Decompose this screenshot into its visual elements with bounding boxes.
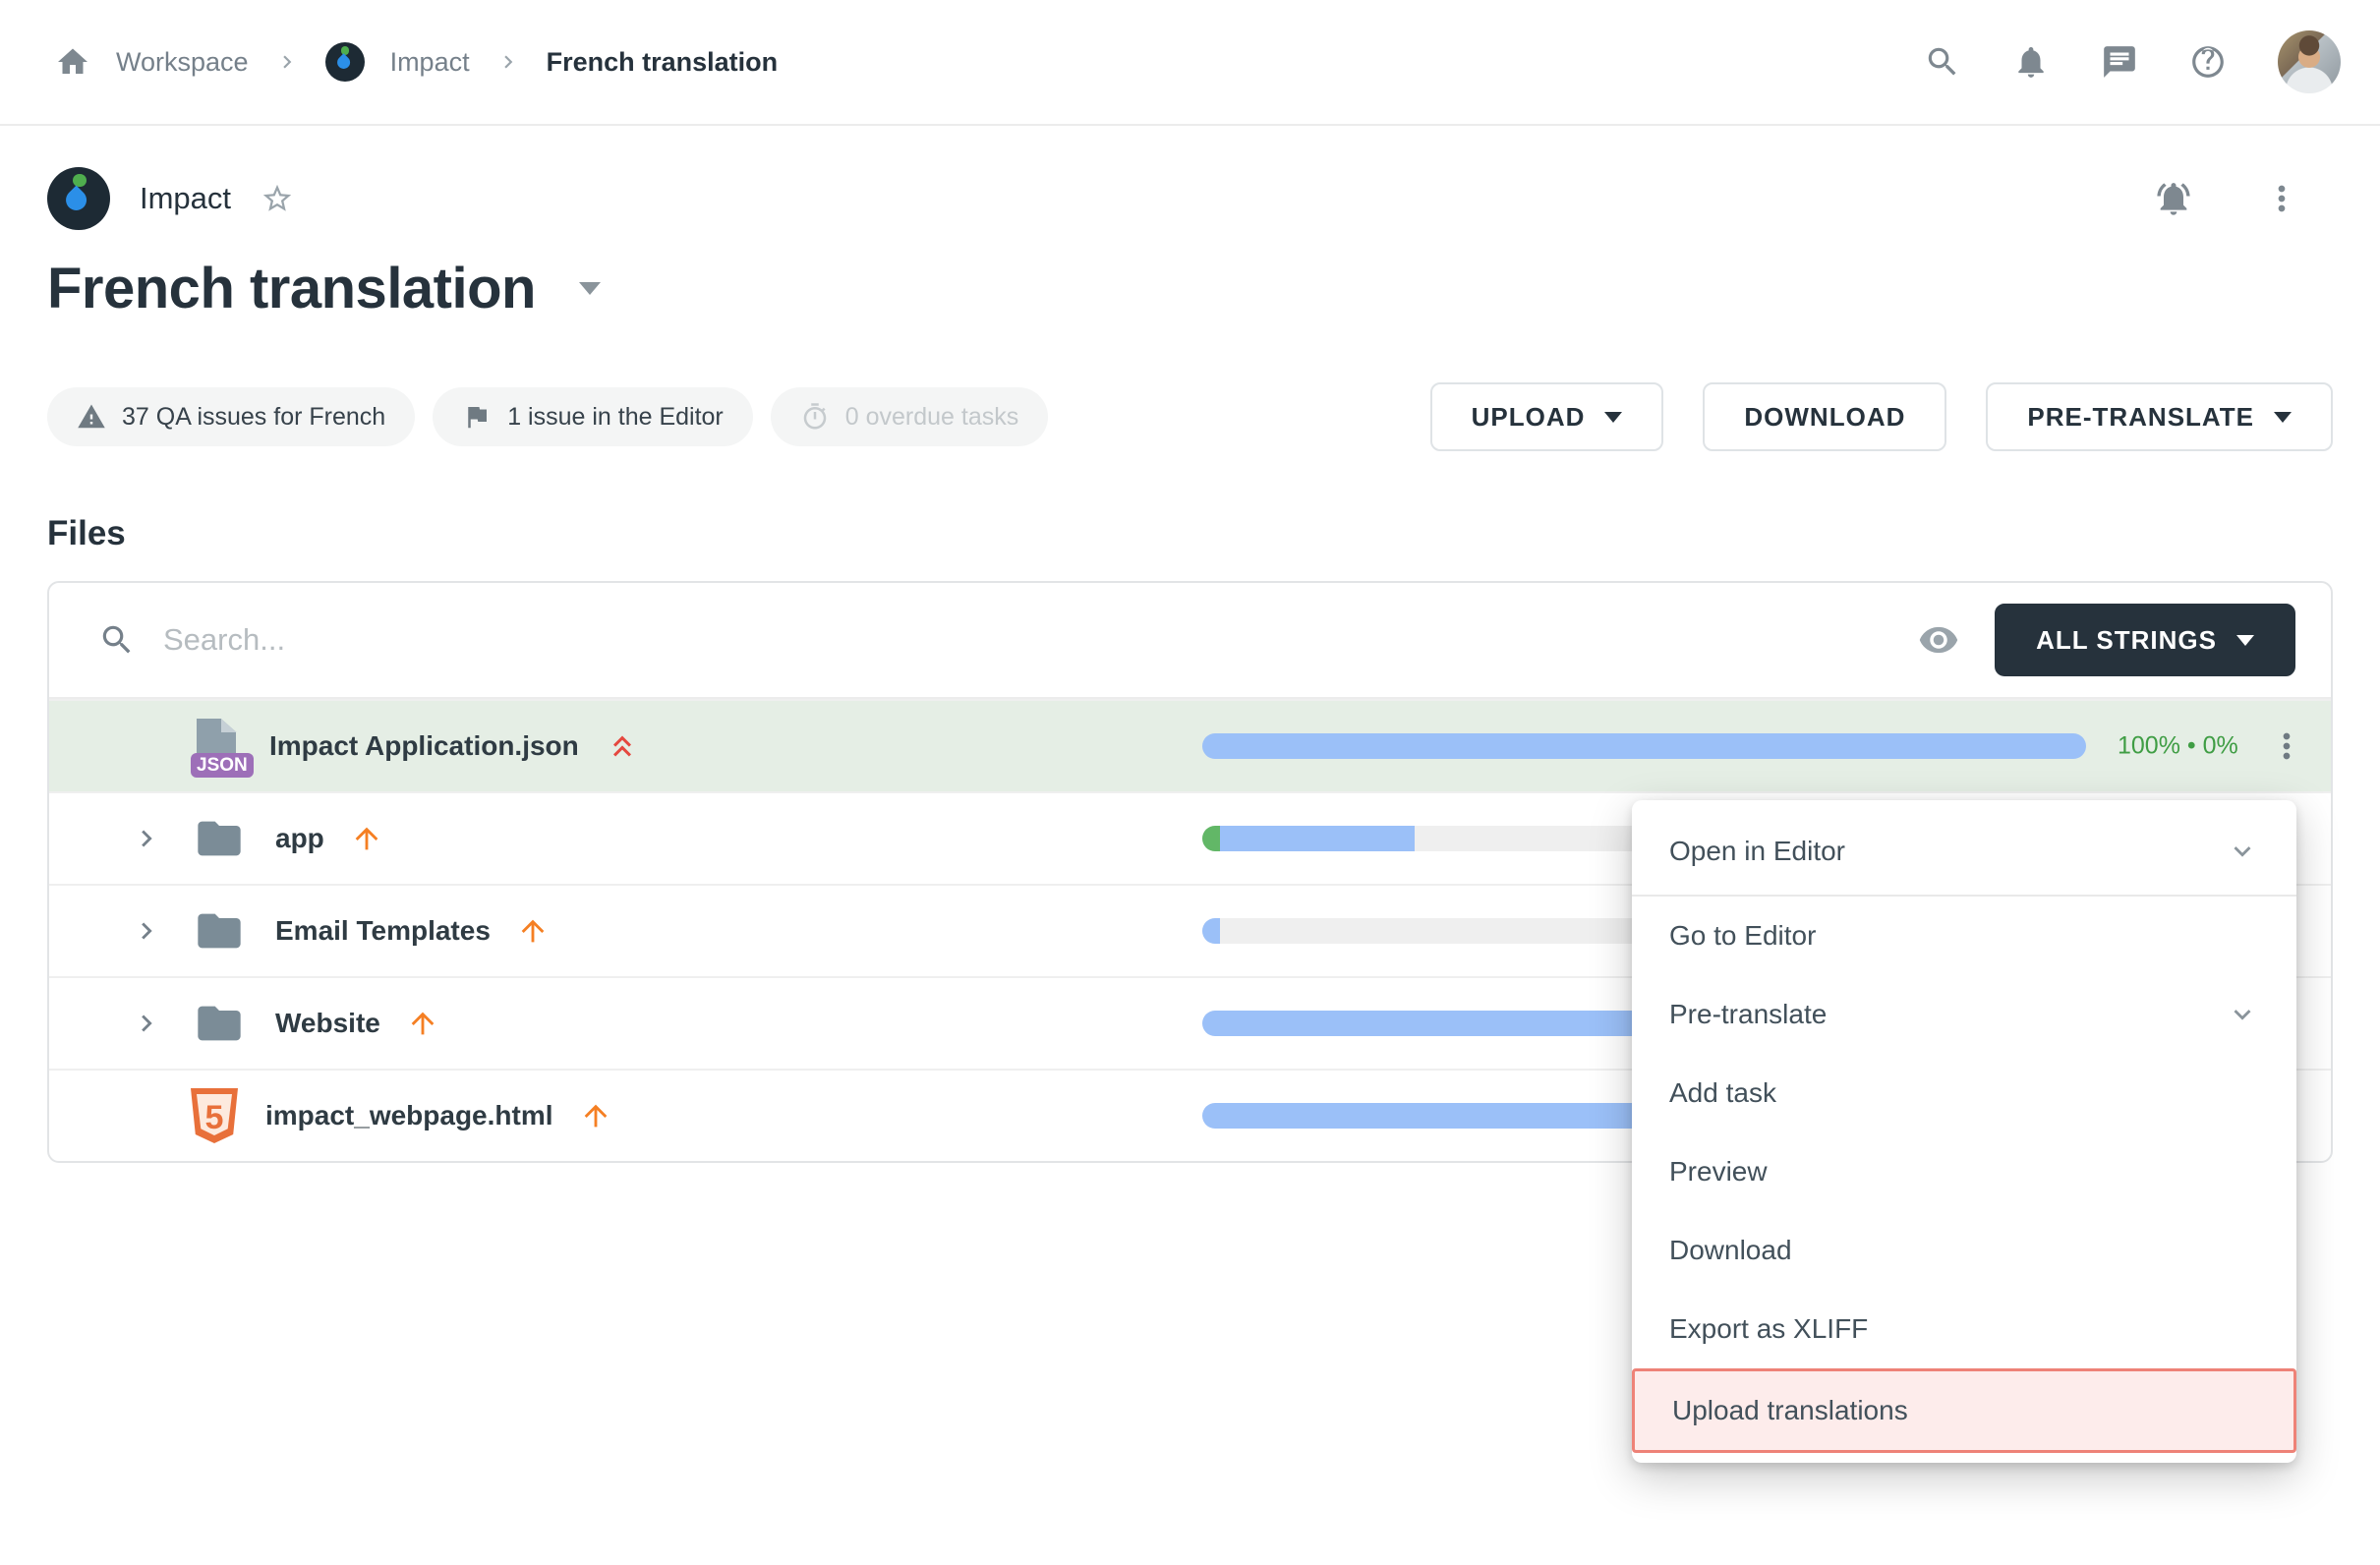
upload-button[interactable]: UPLOAD	[1430, 382, 1664, 451]
menu-item-label: Preview	[1669, 1156, 1768, 1188]
menu-item-pre-translate[interactable]: Pre-translate	[1632, 975, 2296, 1054]
arrow-up-icon	[406, 1007, 439, 1040]
editor-issues-label: 1 issue in the Editor	[507, 403, 724, 432]
menu-item-go-to-editor[interactable]: Go to Editor	[1632, 897, 2296, 975]
file-context-menu: Open in Editor Go to Editor Pre-translat…	[1632, 800, 2296, 1463]
json-file-icon: JSON	[191, 719, 242, 774]
menu-item-upload-translations[interactable]: Upload translations	[1632, 1368, 2296, 1453]
menu-item-label: Export as XLIFF	[1669, 1313, 1868, 1345]
menu-item-label: Add task	[1669, 1077, 1776, 1109]
menu-item-export-as-xliff[interactable]: Export as XLIFF	[1632, 1290, 2296, 1368]
folder-icon	[191, 813, 248, 864]
row-kebab-menu-button[interactable]	[2267, 726, 2306, 766]
file-row-impact-application-json[interactable]: JSON Impact Application.json 100% • 0%	[49, 699, 2331, 791]
html5-badge: 5	[191, 1092, 238, 1143]
user-avatar[interactable]	[2278, 30, 2341, 93]
html5-file-icon: 5	[191, 1088, 238, 1143]
folder-icon	[191, 905, 248, 956]
top-navigation: Workspace Impact French translation	[0, 0, 2380, 126]
notifications-active-icon[interactable]	[2154, 179, 2193, 218]
folder-name[interactable]: Website	[275, 1008, 380, 1039]
project-logo-small	[325, 42, 365, 82]
favorite-star-icon[interactable]	[261, 182, 294, 215]
file-name[interactable]: Impact Application.json	[269, 730, 579, 762]
strings-filter-button[interactable]: ALL STRINGS	[1995, 604, 2295, 676]
arrow-up-icon	[579, 1099, 612, 1132]
dropdown-caret-icon	[2274, 412, 2292, 423]
folder-name[interactable]: app	[275, 823, 324, 854]
dropdown-caret-icon	[2236, 635, 2254, 646]
project-header: Impact French translation	[0, 126, 2380, 321]
expand-chevron-icon[interactable]	[130, 1007, 191, 1040]
overdue-tasks-label: 0 overdue tasks	[845, 403, 1019, 432]
chat-icon[interactable]	[2101, 43, 2138, 81]
menu-item-download[interactable]: Download	[1632, 1211, 2296, 1290]
breadcrumb-workspace[interactable]: Workspace	[116, 47, 249, 78]
folder-name[interactable]: Email Templates	[275, 915, 491, 947]
progress-bar	[1202, 733, 2086, 759]
qa-issues-chip[interactable]: 37 QA issues for French	[47, 387, 415, 446]
breadcrumb-current-page: French translation	[547, 47, 779, 78]
eye-icon[interactable]	[1918, 619, 1959, 661]
files-search-row: ALL STRINGS	[49, 583, 2331, 699]
arrow-up-icon	[516, 914, 550, 948]
flag-icon	[462, 402, 492, 432]
files-search-input[interactable]	[163, 622, 1918, 658]
chevron-down-icon	[2226, 998, 2259, 1031]
files-heading: Files	[47, 514, 2380, 553]
download-button[interactable]: DOWNLOAD	[1703, 382, 1946, 451]
folder-icon	[191, 998, 248, 1049]
dropdown-caret-icon	[1604, 412, 1622, 423]
menu-item-label: Open in Editor	[1669, 836, 1845, 867]
strings-filter-label: ALL STRINGS	[2036, 625, 2217, 656]
breadcrumb-project[interactable]: Impact	[390, 47, 470, 78]
search-icon	[98, 621, 136, 659]
pre-translate-button[interactable]: PRE-TRANSLATE	[1986, 382, 2333, 451]
project-kebab-menu-button[interactable]	[2262, 179, 2301, 218]
menu-item-label: Go to Editor	[1669, 920, 1816, 952]
chevron-down-icon	[2226, 835, 2259, 868]
qa-issues-label: 37 QA issues for French	[122, 403, 385, 432]
project-name: Impact	[140, 181, 231, 216]
help-icon[interactable]	[2189, 43, 2227, 81]
pre-translate-button-label: PRE-TRANSLATE	[2027, 402, 2254, 433]
title-dropdown-icon[interactable]	[579, 282, 601, 295]
menu-item-label: Download	[1669, 1235, 1792, 1266]
expand-chevron-icon[interactable]	[130, 914, 191, 948]
warning-icon	[77, 402, 106, 432]
project-logo	[47, 167, 110, 230]
double-chevron-up-icon	[605, 728, 640, 764]
editor-issues-chip[interactable]: 1 issue in the Editor	[433, 387, 753, 446]
page-title: French translation	[47, 256, 536, 321]
search-icon[interactable]	[1924, 43, 1961, 81]
notifications-bell-icon[interactable]	[2012, 43, 2050, 81]
chevron-right-icon	[495, 49, 521, 75]
expand-chevron-icon[interactable]	[130, 822, 191, 855]
file-name[interactable]: impact_webpage.html	[265, 1100, 553, 1131]
menu-item-add-task[interactable]: Add task	[1632, 1054, 2296, 1132]
upload-button-label: UPLOAD	[1472, 402, 1586, 433]
chevron-right-icon	[274, 49, 300, 75]
json-badge: JSON	[191, 753, 254, 778]
menu-item-label: Pre-translate	[1669, 999, 1827, 1030]
home-icon[interactable]	[55, 44, 90, 80]
menu-item-preview[interactable]: Preview	[1632, 1132, 2296, 1211]
download-button-label: DOWNLOAD	[1744, 402, 1905, 433]
overdue-tasks-chip[interactable]: 0 overdue tasks	[771, 387, 1049, 446]
menu-item-open-in-editor[interactable]: Open in Editor	[1632, 808, 2296, 895]
toolbar: 37 QA issues for French 1 issue in the E…	[0, 382, 2380, 451]
breadcrumb: Workspace Impact French translation	[55, 42, 778, 82]
progress-stats: 100% • 0%	[2118, 732, 2238, 761]
arrow-up-icon	[350, 822, 383, 855]
timer-icon	[800, 402, 830, 432]
menu-item-label: Upload translations	[1672, 1395, 1908, 1426]
